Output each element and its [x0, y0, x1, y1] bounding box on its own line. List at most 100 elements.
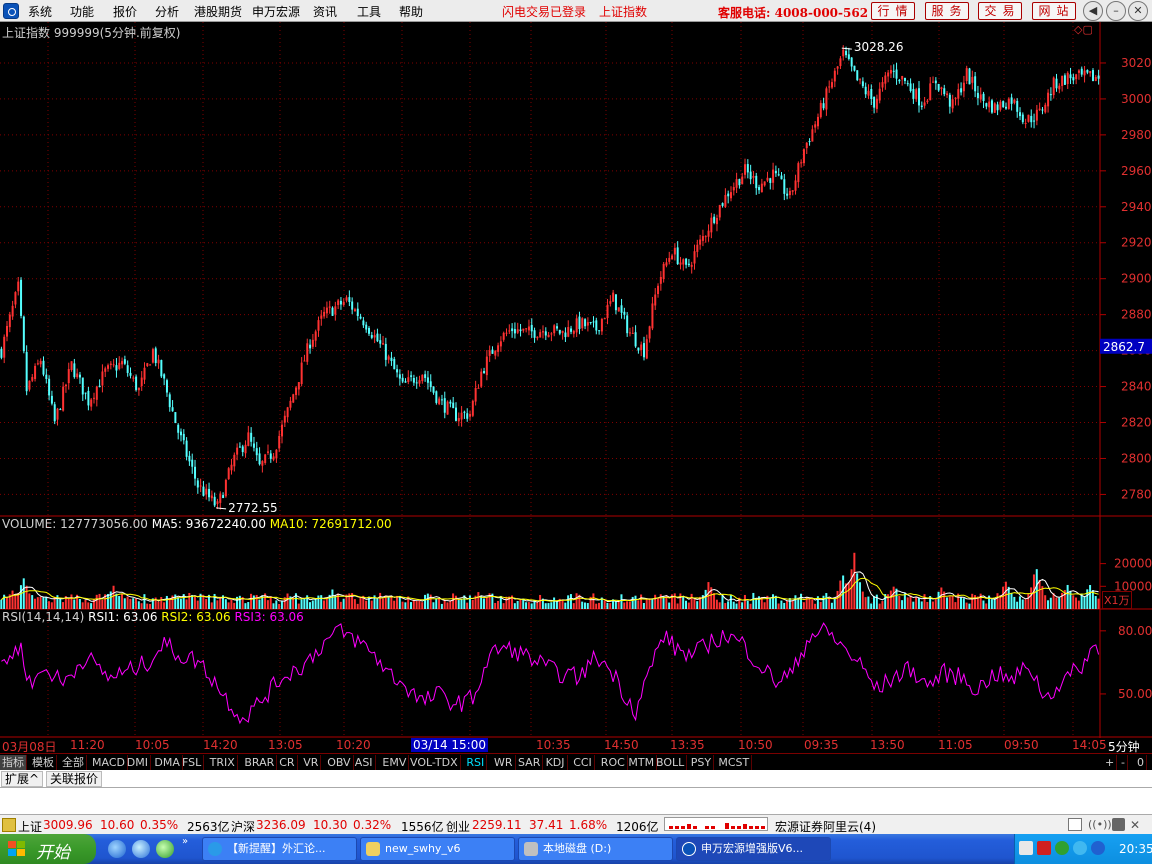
candle-body — [70, 361, 73, 371]
task-local-disk[interactable]: 本地磁盘 (D:) — [518, 837, 673, 861]
candle-body — [1013, 99, 1016, 103]
candle-body — [704, 236, 707, 238]
tab-control-0[interactable]: + — [1103, 755, 1118, 770]
website-button[interactable]: 网站 — [1032, 2, 1076, 20]
tab-kdj[interactable]: KDJ — [544, 755, 568, 770]
candle-body — [177, 424, 180, 433]
folder-icon — [366, 842, 380, 856]
chart-corner-icons[interactable]: ◇▢ — [1074, 23, 1093, 36]
tab-cr[interactable]: CR — [277, 755, 298, 770]
menu-analysis[interactable]: 分析 — [155, 3, 179, 20]
menu-quotes[interactable]: 报价 — [113, 3, 137, 20]
browser-icon[interactable] — [132, 840, 150, 858]
network-icon[interactable] — [1073, 841, 1087, 855]
tab-boll[interactable]: BOLL — [654, 755, 688, 770]
flash-trade-status[interactable]: 闪电交易已登录 — [502, 3, 586, 20]
cy-amount: 1206亿 — [616, 820, 659, 834]
candle-body — [185, 440, 188, 457]
candle-body — [300, 362, 303, 385]
tab-trix[interactable]: TRIX — [208, 755, 238, 770]
tab-dmi[interactable]: DMI — [125, 755, 152, 770]
tab-cci[interactable]: CCI — [571, 755, 595, 770]
menu-swhy[interactable]: 申万宏源 — [252, 3, 300, 20]
tab-control-1[interactable]: - — [1119, 755, 1128, 770]
broker-server[interactable]: 宏源证券阿里云(4) — [775, 818, 876, 835]
tab-control-2[interactable]: 0 — [1135, 755, 1147, 770]
tab-全部[interactable]: 全部 — [60, 755, 87, 770]
tab-wr[interactable]: WR — [492, 755, 516, 770]
minimize-icon[interactable]: – — [1106, 1, 1126, 21]
back-icon[interactable]: ◀ — [1083, 1, 1103, 21]
volume-bar — [230, 599, 233, 609]
tab-sar[interactable]: SAR — [516, 755, 544, 770]
settings-icon[interactable]: ✕ — [1130, 818, 1140, 832]
candle-body — [867, 90, 870, 96]
volume-bar — [718, 602, 721, 609]
candle-body — [929, 83, 932, 101]
tab-rsi[interactable]: RSI — [464, 755, 488, 770]
price-tick-label: 2780 — [1121, 487, 1152, 501]
indicator-tabs: 指标 模板 全部 MACD DMI DMA FSL TRIX BRAR CR VR OBV ASI EMV… — [0, 753, 1152, 770]
quicklaunch-expand-icon[interactable]: » — [182, 836, 188, 847]
task-swhy-app[interactable]: 申万宏源增强版V6... — [676, 837, 831, 861]
menu-tools[interactable]: 工具 — [357, 3, 381, 20]
trade-button[interactable]: 交易 — [978, 2, 1022, 20]
expand-tab[interactable]: 扩展^ — [1, 771, 44, 787]
market-button[interactable]: 行情 — [871, 2, 915, 20]
volume-bar — [856, 573, 859, 609]
lock-icon[interactable] — [1112, 818, 1125, 831]
tab-macd[interactable]: MACD — [90, 755, 128, 770]
tray-expand-icon[interactable] — [1019, 841, 1033, 855]
tab-asi[interactable]: ASI — [353, 755, 376, 770]
tab-brar[interactable]: BRAR — [242, 755, 278, 770]
close-icon[interactable]: ✕ — [1128, 1, 1148, 21]
tab-obv[interactable]: OBV — [325, 755, 354, 770]
tab-模板[interactable]: 模板 — [30, 755, 57, 770]
tab-fsl[interactable]: FSL — [180, 755, 205, 770]
candle-body — [513, 329, 516, 334]
start-button[interactable]: 开始 — [0, 834, 96, 864]
flag-icon[interactable] — [1037, 841, 1051, 855]
keyboard-icon[interactable] — [1068, 818, 1082, 831]
tab-vr[interactable]: VR — [301, 755, 322, 770]
refresh-icon[interactable] — [156, 840, 174, 858]
volume-bar — [1027, 593, 1030, 609]
volume-bar — [90, 603, 93, 609]
task-forex-forum[interactable]: 【新提醒】外汇论... — [202, 837, 357, 861]
candle-body — [710, 217, 713, 233]
current-index-label[interactable]: 上证指数 — [599, 3, 647, 20]
menu-function[interactable]: 功能 — [70, 3, 94, 20]
tab-mtm[interactable]: MTM — [626, 755, 658, 770]
menu-hk-futures[interactable]: 港股期货 — [194, 3, 242, 20]
candle-body — [533, 330, 536, 338]
tab-psy[interactable]: PSY — [689, 755, 715, 770]
volume-bar — [1016, 601, 1019, 609]
volume-bar — [934, 598, 937, 609]
index-icon[interactable] — [2, 818, 16, 832]
kline-chart[interactable]: 2780280028202840286028802900292029402960… — [0, 22, 1152, 738]
menu-info[interactable]: 资讯 — [313, 3, 337, 20]
menu-system[interactable]: 系统 — [28, 3, 52, 20]
tab-指标[interactable]: 指标 — [0, 755, 27, 770]
signal-icon[interactable]: ((•)) — [1088, 818, 1112, 831]
time-tick-label: 09:50 — [1004, 738, 1039, 752]
tab-mcst[interactable]: MCST — [716, 755, 753, 770]
tab-emv[interactable]: EMV — [380, 755, 410, 770]
related-quotes-tab[interactable]: 关联报价 — [46, 771, 103, 787]
time-tick-label: 14:20 — [203, 738, 238, 752]
menu-help[interactable]: 帮助 — [399, 3, 423, 20]
update-icon[interactable] — [1055, 841, 1069, 855]
candle-body — [839, 58, 842, 66]
volume-bar — [149, 603, 152, 609]
volume-bar — [19, 585, 22, 609]
ie-icon[interactable] — [108, 840, 126, 858]
service-button[interactable]: 服务 — [925, 2, 969, 20]
security-icon[interactable] — [1091, 841, 1105, 855]
candle-body — [264, 454, 267, 463]
chart-panel[interactable]: 2780280028202840286028802900292029402960… — [0, 22, 1152, 738]
tab-vol-tdx[interactable]: VOL-TDX — [408, 755, 461, 770]
task-new-swhy-folder[interactable]: new_swhy_v6 — [360, 837, 515, 861]
tab-dma[interactable]: DMA — [152, 755, 183, 770]
candle-body — [0, 348, 3, 358]
tab-roc[interactable]: ROC — [599, 755, 628, 770]
